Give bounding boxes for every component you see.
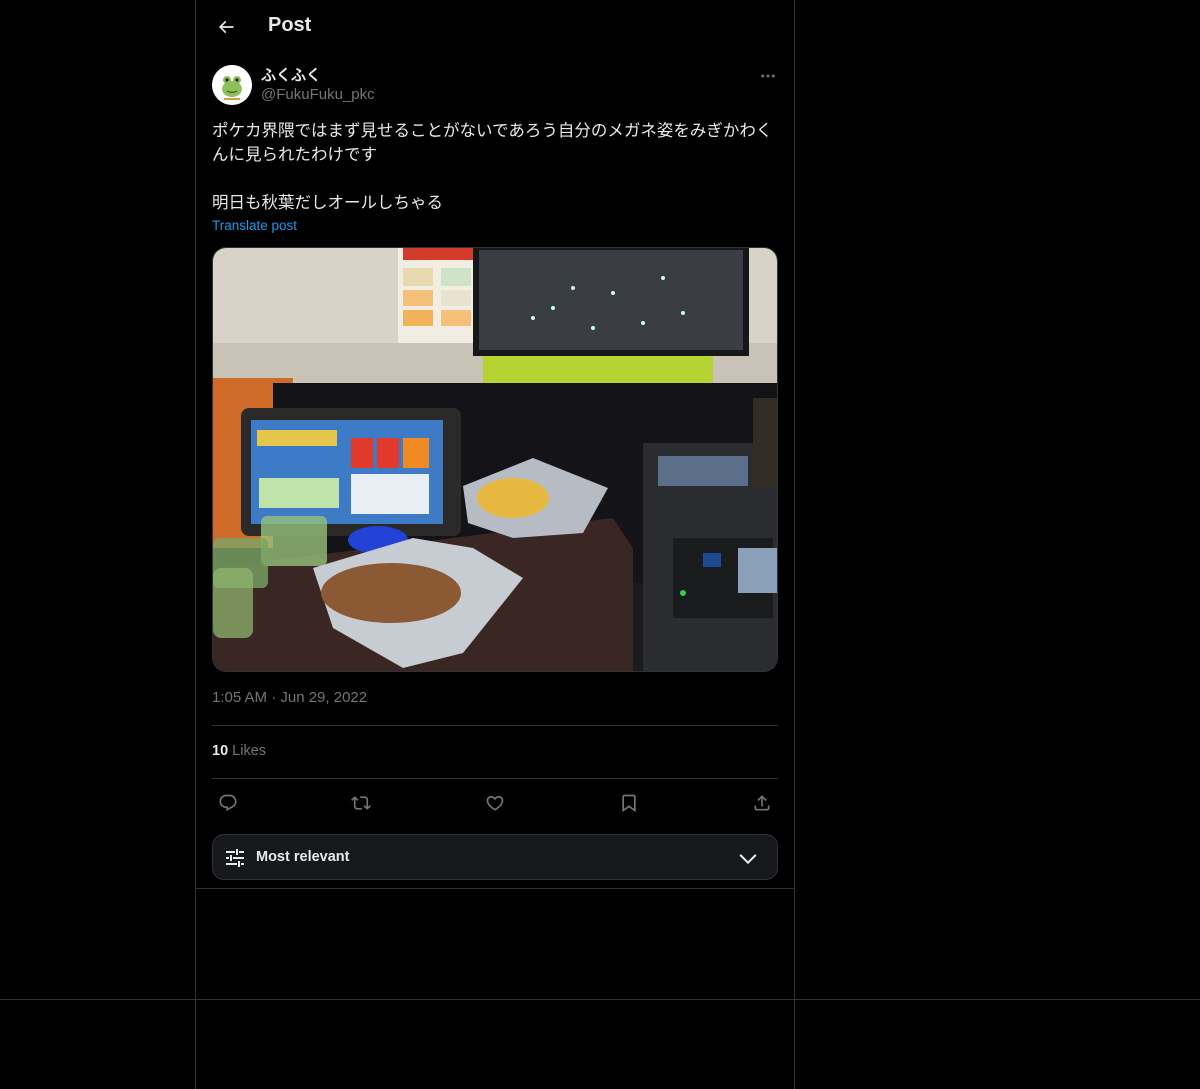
section-divider bbox=[195, 888, 795, 889]
post-text: ポケカ界隈ではまず見せることがないであろう自分のメガネ姿をみぎかわくんに見られた… bbox=[212, 119, 782, 239]
reply-button[interactable] bbox=[212, 787, 244, 819]
post-photo[interactable] bbox=[212, 247, 778, 672]
reply-icon bbox=[219, 794, 237, 812]
bookmark-button[interactable] bbox=[613, 787, 645, 819]
chevron-down-icon bbox=[739, 854, 757, 865]
top-bar: Post bbox=[196, 0, 794, 54]
frog-avatar-icon bbox=[212, 65, 252, 105]
author-name[interactable]: ふくふく bbox=[261, 64, 321, 85]
more-options-button[interactable] bbox=[756, 64, 780, 88]
share-icon bbox=[754, 795, 770, 811]
divider bbox=[212, 725, 778, 726]
arrow-left-icon bbox=[218, 20, 234, 34]
likes-label: Likes bbox=[228, 743, 267, 759]
translate-post-link[interactable]: Translate post bbox=[212, 218, 297, 233]
divider bbox=[212, 778, 778, 779]
main-column: Post ふくふく @FukuFuku_pkc ポケカ界隈ではまず見せることがな… bbox=[195, 0, 795, 1089]
like-button[interactable] bbox=[479, 787, 511, 819]
back-button[interactable] bbox=[210, 11, 242, 43]
likes-stat[interactable]: 10 Likes bbox=[212, 743, 266, 759]
more-dots-icon bbox=[761, 74, 775, 78]
share-button[interactable] bbox=[746, 787, 778, 819]
repost-icon bbox=[351, 796, 371, 810]
page-title: Post bbox=[268, 14, 312, 36]
action-bar bbox=[212, 787, 778, 819]
likes-count: 10 bbox=[212, 743, 229, 759]
reply-sort-dropdown[interactable]: Most relevant bbox=[212, 834, 778, 880]
sliders-icon bbox=[226, 849, 244, 867]
repost-button[interactable] bbox=[345, 787, 377, 819]
bookmark-icon bbox=[622, 794, 636, 813]
avatar[interactable] bbox=[212, 65, 252, 105]
post-text-line: 明日も秋葉だしオールしちゃる bbox=[212, 193, 443, 212]
post-timestamp[interactable]: 1:05 AM · Jun 29, 2022 bbox=[212, 689, 367, 706]
author-handle[interactable]: @FukuFuku_pkc bbox=[261, 86, 375, 103]
karaoke-room-photo bbox=[213, 248, 777, 671]
sort-label: Most relevant bbox=[256, 849, 350, 865]
page-divider bbox=[0, 999, 1200, 1000]
post-text-line: ポケカ界隈ではまず見せることがないであろう自分のメガネ姿をみぎかわくんに見られた… bbox=[212, 121, 773, 164]
heart-icon bbox=[486, 795, 504, 811]
